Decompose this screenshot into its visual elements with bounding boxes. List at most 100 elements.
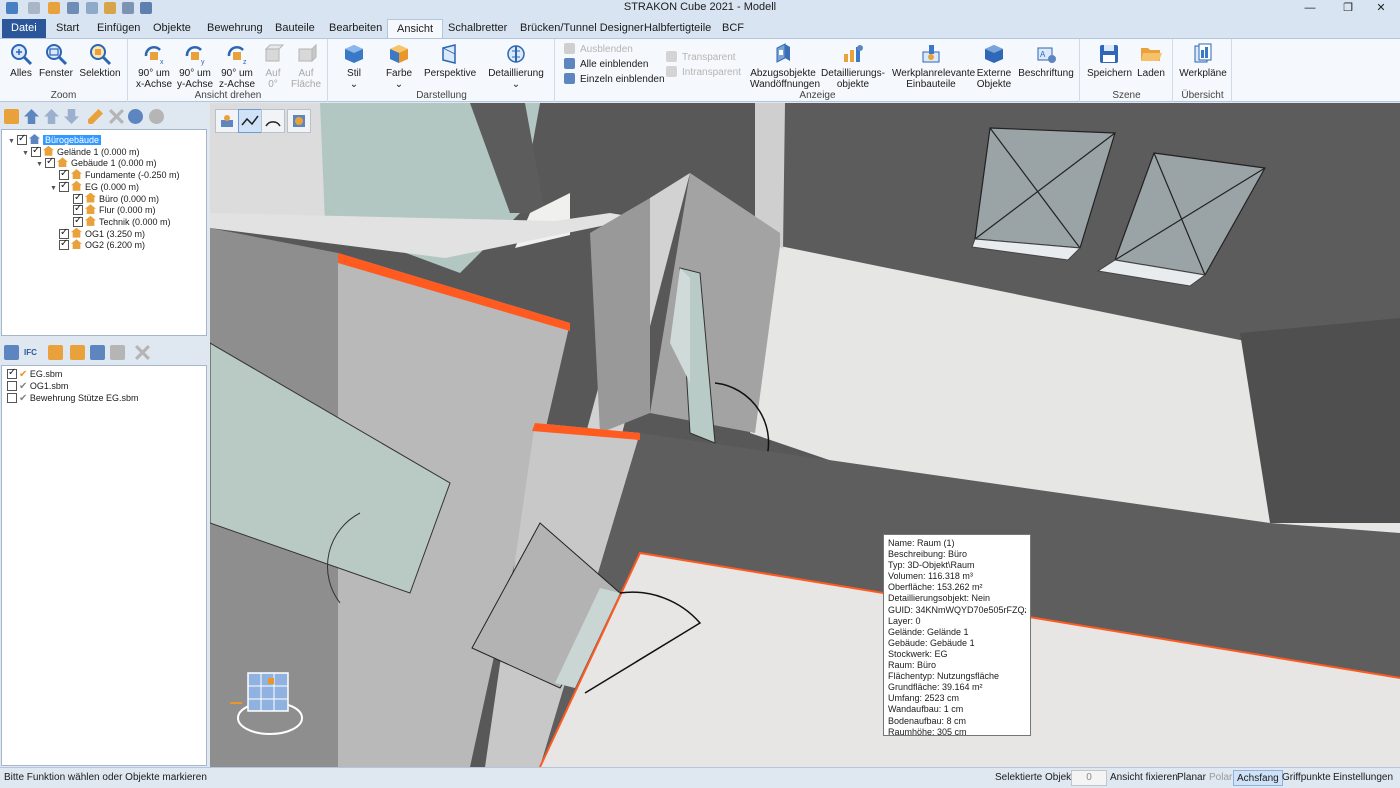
external-objects-button[interactable]: Externe Objekte (974, 42, 1014, 90)
view-settings-button[interactable] (215, 109, 239, 133)
labeling-button[interactable]: A Beschriftung (1018, 42, 1074, 79)
work-plans-button[interactable]: Werkpläne (1178, 42, 1228, 79)
style-label: Stil (347, 68, 361, 79)
tree-checkbox[interactable] (59, 238, 69, 251)
rotate-y-button[interactable]: y 90° um y-Achse (176, 42, 214, 90)
polar-toggle[interactable]: Polar (1209, 772, 1232, 783)
3d-model-view[interactable] (210, 103, 1400, 767)
tab-start[interactable]: Start (47, 19, 88, 38)
edit-icon[interactable] (88, 109, 103, 124)
hide-button[interactable]: Ausblenden (564, 43, 633, 57)
transparent-button[interactable]: Transparent (666, 51, 736, 65)
tree-checkbox[interactable] (45, 156, 55, 169)
arc-mode-button[interactable] (261, 109, 285, 133)
tab-bauteile[interactable]: Bauteile (266, 19, 324, 38)
opaque-button[interactable]: Intransparent (666, 66, 741, 80)
remove-file-icon[interactable] (135, 345, 150, 360)
tab-bcf[interactable]: BCF (713, 19, 753, 38)
user-settings-icon[interactable] (110, 345, 125, 360)
tree-node[interactable]: Technik (0.000 m) (64, 215, 171, 228)
level-up-icon[interactable] (24, 109, 39, 124)
rotate-x-button[interactable]: x 90° um x-Achse (133, 42, 175, 90)
show-single-button[interactable]: Einzeln einblenden (564, 73, 665, 87)
polyline-mode-button[interactable] (238, 109, 262, 133)
visibility-settings-icon[interactable] (128, 109, 143, 124)
list-item[interactable]: ✔ OG1.sbm (7, 380, 68, 392)
file-checkbox[interactable] (7, 393, 17, 403)
tree-node[interactable]: OG2 (6.200 m) (50, 238, 145, 251)
tree-node[interactable]: ▼ EG (0.000 m) (50, 180, 140, 195)
detail-dropdown[interactable]: Detaillierung ⌄ (484, 42, 548, 90)
list-item[interactable]: ✔ Bewehrung Stütze EG.sbm (7, 392, 138, 404)
detail-objects-button[interactable]: Detaillierungs- objekte (820, 42, 886, 90)
snap-settings-button[interactable] (287, 109, 311, 133)
3d-viewport[interactable]: Name: Raum (1) Beschreibung: Büro Typ: 3… (210, 103, 1400, 767)
tree-node[interactable]: ▼ Gebäude 1 (0.000 m) (36, 156, 157, 171)
tree-checkbox[interactable] (59, 227, 69, 239)
tree-node[interactable]: ▼ Bürogebäude (8, 133, 102, 148)
zoom-selection-button[interactable]: Selektion (79, 42, 121, 79)
style-dropdown[interactable]: Stil ⌄ (339, 42, 369, 90)
tree-expander-icon[interactable]: ▼ (50, 183, 59, 195)
rotate-z-button[interactable]: z 90° um z-Achse (217, 42, 257, 90)
plan-parts-button[interactable]: Werkplanrelevante Einbauteile (892, 42, 975, 90)
close-button[interactable]: ✕ (1362, 0, 1400, 16)
hide-icon (564, 43, 575, 54)
color-dropdown[interactable]: Farbe ⌄ (384, 42, 414, 90)
tree-expander-icon[interactable]: ▼ (36, 159, 45, 171)
grip-points-toggle[interactable]: Griffpunkte (1282, 772, 1331, 783)
file-checkbox[interactable] (7, 381, 17, 391)
cloud-icon[interactable] (149, 109, 164, 124)
scene-save-label: Speichern (1087, 68, 1133, 79)
tab-bruecken-tunnel-designer[interactable]: Brücken/Tunnel Designer (511, 19, 653, 38)
axis-snap-toggle[interactable]: Achsfang (1233, 770, 1283, 786)
tab-objekte[interactable]: Objekte (144, 19, 200, 38)
reset-zero-button[interactable]: Auf 0° (259, 42, 287, 90)
assign-icon[interactable] (70, 345, 85, 360)
tree-expander-icon[interactable]: ▼ (8, 136, 17, 148)
minimize-button[interactable]: — (1291, 0, 1329, 16)
hierarchy-icon[interactable] (90, 345, 105, 360)
zoom-window-button[interactable]: Fenster (39, 42, 73, 79)
tab-halbfertigteile[interactable]: Halbfertigteile (635, 19, 720, 38)
scene-save-button[interactable]: Speichern (1087, 42, 1133, 79)
show-all-button[interactable]: Alle einblenden (564, 58, 648, 72)
move-down-icon[interactable] (64, 109, 79, 124)
tab-bewehrung[interactable]: Bewehrung (198, 19, 272, 38)
tree-checkbox[interactable] (31, 145, 41, 157)
scene-load-button[interactable]: Laden (1135, 42, 1167, 79)
tree-node[interactable]: ▼ Gelände 1 (0.000 m) (22, 145, 140, 160)
add-file-icon[interactable] (4, 345, 19, 360)
planar-toggle[interactable]: Planar (1177, 772, 1206, 783)
deduction-objects-button[interactable]: Abzugsobjekte Wandöffnungen (750, 42, 820, 90)
link-icon[interactable] (48, 345, 63, 360)
level-icon (57, 157, 68, 168)
tree-checkbox[interactable] (73, 192, 83, 204)
tree-node[interactable]: Fundamente (-0.250 m) (50, 168, 180, 181)
tab-ansicht[interactable]: Ansicht (387, 19, 444, 38)
perspective-button[interactable]: Perspektive (424, 42, 476, 79)
chevron-down-icon: ⌄ (511, 79, 521, 90)
tree-node-label: EG (0.000 m) (85, 181, 140, 192)
tree-checkbox[interactable] (17, 133, 27, 145)
list-item[interactable]: ✔ EG.sbm (7, 367, 62, 380)
fix-view-toggle[interactable]: Ansicht fixieren (1110, 772, 1178, 783)
tree-checkbox[interactable] (73, 203, 83, 216)
tree-checkbox[interactable] (59, 180, 69, 192)
file-checkbox[interactable] (7, 367, 17, 379)
tab-einfuegen[interactable]: Einfügen (88, 19, 149, 38)
align-face-button[interactable]: Auf Fläche (289, 42, 323, 90)
tree-checkbox[interactable] (73, 215, 83, 227)
settings-button[interactable]: Einstellungen (1333, 772, 1393, 783)
move-up-icon[interactable] (44, 109, 59, 124)
tab-datei[interactable]: Datei (2, 19, 46, 38)
zoom-all-button[interactable]: Alles (5, 42, 37, 79)
tree-checkbox[interactable] (59, 168, 69, 181)
tree-expander-icon[interactable]: ▼ (22, 148, 31, 160)
rotate-x-line1: 90° um (138, 68, 170, 79)
tab-bearbeiten[interactable]: Bearbeiten (320, 19, 391, 38)
structure-settings-icon[interactable] (4, 109, 19, 124)
delete-icon[interactable] (109, 109, 124, 124)
tab-schalbretter[interactable]: Schalbretter (439, 19, 516, 38)
ifc-import-icon[interactable]: IFC (24, 345, 39, 360)
